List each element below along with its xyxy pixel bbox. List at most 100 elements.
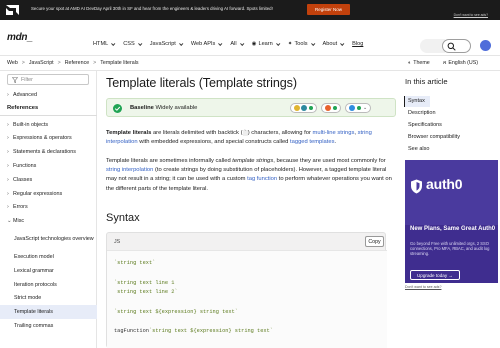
language-icon: א (443, 60, 447, 66)
toc-item-syntax[interactable]: Syntax (408, 98, 425, 104)
breadcrumb-web[interactable]: Web (7, 60, 18, 66)
register-now-button[interactable]: Register Now (307, 4, 350, 15)
ad-title: New Plans, Same Great Auth0 (410, 226, 496, 232)
theme-icon: ◐ (408, 60, 412, 66)
toc-heading: In this article (405, 77, 448, 86)
chevron-right-icon: > (93, 60, 97, 66)
sidebar-item-classes[interactable]: › Classes (0, 173, 97, 187)
code-line: string text line 2` (114, 289, 178, 295)
breadcrumb-javascript[interactable]: JavaScript (29, 60, 54, 66)
chevron-down-icon (340, 41, 345, 46)
sidebar-item-regular-expressions[interactable]: › Regular expressions (0, 187, 97, 201)
sidebar-item-trailing-commas[interactable]: Trailing commas (0, 319, 97, 333)
baseline-label: Baseline Widely available (130, 105, 198, 111)
code-body[interactable]: `string text` `string text line 1 string… (107, 250, 387, 348)
code-example: JS Copy `string text` `string text line … (106, 232, 387, 348)
amd-logo-icon (6, 5, 19, 15)
check-icon (357, 106, 361, 110)
sidebar-item-built-in-objects[interactable]: › Built-in objects (0, 118, 97, 132)
chevron-right-icon: > (21, 60, 25, 66)
chevron-down-icon (275, 41, 281, 46)
breadcrumb: Web > JavaScript > Reference > Template lit… (7, 60, 139, 66)
sidebar-item-misc[interactable]: ⌄ Misc (0, 214, 97, 228)
banner-text: Secure your spot at AMD AI DevDay April … (31, 6, 273, 11)
baseline-banner[interactable]: Baseline Widely available ⌄ (106, 98, 396, 117)
nav-learn[interactable]: ◉ Learn (251, 41, 281, 47)
baseline-check-icon (113, 104, 122, 113)
chrome-icon (294, 105, 300, 111)
link-string-interpolation-2[interactable]: string interpolation (106, 167, 153, 173)
chevron-down-icon (111, 41, 116, 46)
chevron-right-icon: > (57, 60, 61, 66)
chevron-down-icon: ⌄ (363, 105, 368, 111)
user-avatar[interactable] (480, 40, 491, 51)
sidebar-ad[interactable]: New Plans, Same Great Auth0 Go beyond Fr… (405, 225, 498, 283)
ad-brand: auth0 (426, 176, 463, 192)
nav-html[interactable]: HTML (93, 41, 116, 47)
sidebar-item-advanced[interactable]: › Advanced (0, 88, 97, 102)
toc-item-specifications[interactable]: Specifications (408, 122, 442, 128)
nav-blog[interactable]: Blog (352, 41, 363, 47)
link-tag-function[interactable]: tag function (247, 176, 277, 182)
browser-group-safari: ⌄ (345, 103, 372, 113)
no-ads-link[interactable]: Don't want to see ads? (454, 13, 488, 17)
breadcrumb-reference[interactable]: Reference (65, 60, 89, 66)
check-icon (333, 106, 337, 110)
browser-support-icons: ⌄ (290, 103, 372, 113)
chevron-down-icon (310, 41, 315, 46)
firefox-icon (325, 105, 331, 111)
search-button[interactable] (442, 39, 471, 53)
site-header: mdn_ HTML CSS JavaScript Web APIs All ◉ L… (0, 20, 500, 56)
toc-item-description[interactable]: Description (408, 110, 436, 116)
mdn-logo[interactable]: mdn_ (7, 32, 33, 43)
sidebar-item-strict-mode[interactable]: Strict mode (0, 292, 97, 306)
sidebar-item-execution-model[interactable]: Execution model (0, 250, 97, 264)
nav-javascript[interactable]: JavaScript (150, 41, 184, 47)
sidebar-item-lexical-grammar[interactable]: Lexical grammar (0, 264, 97, 278)
chevron-down-icon (218, 41, 223, 46)
top-ad-banner: Secure your spot at AMD AI DevDay April … (0, 0, 500, 20)
chevron-down-icon (178, 41, 184, 46)
sidebar-item-functions[interactable]: › Functions (0, 159, 97, 173)
code-language-label: JS (114, 239, 121, 245)
code-line: `string text line 1 (114, 280, 175, 286)
browser-group-chromium (290, 103, 317, 113)
nav-css[interactable]: CSS (123, 41, 143, 47)
nav-web-apis[interactable]: Web APIs (191, 41, 223, 47)
link-multi-line-strings[interactable]: multi-line strings (313, 130, 355, 136)
sidebar-filter-input[interactable]: Filter (7, 74, 89, 85)
check-icon (309, 106, 313, 110)
toc-item-browser-compatibility[interactable]: Browser compatibility (408, 134, 460, 140)
sidebar-heading-references: References (0, 102, 97, 116)
sidebar-ad-logo[interactable]: auth0 (405, 160, 498, 225)
second-paragraph: Template literals are sometimes informal… (106, 158, 392, 192)
code-line: `string text` (114, 260, 156, 266)
sidebar-item-expressions-operators[interactable]: › Expressions & operators (0, 132, 97, 146)
learn-icon: ◉ (251, 41, 257, 47)
main-nav: HTML CSS JavaScript Web APIs All ◉ Learn … (93, 41, 363, 47)
edge-icon (301, 105, 307, 111)
search-icon (447, 42, 456, 51)
browser-group-firefox (321, 103, 341, 113)
nav-about[interactable]: About (323, 41, 345, 47)
nav-all[interactable]: All (230, 41, 244, 47)
sidebar-item-errors[interactable]: › Errors (0, 201, 97, 215)
language-switcher[interactable]: א English (US) (443, 60, 478, 66)
link-tagged-templates[interactable]: tagged templates (290, 139, 334, 145)
sidebar-item-template-literals[interactable]: Template literals (0, 305, 97, 320)
ad-body: Go beyond Free with unlimited orgs, 2 SS… (410, 241, 490, 257)
sidebar-item-iteration-protocols[interactable]: Iteration protocols (0, 278, 97, 292)
ad-upgrade-button[interactable]: Upgrade today → (410, 270, 460, 280)
no-ads-link[interactable]: Don't want to see ads? (405, 285, 441, 289)
intro-paragraph: Template literals are literals delimited… (106, 130, 372, 146)
sidebar-item-statements[interactable]: › Statements & declarations (0, 145, 97, 159)
breadcrumb-current[interactable]: Template literals (100, 60, 138, 66)
sidebar-list: › Advanced References › Built-in objects ›… (0, 88, 97, 333)
nav-tools[interactable]: ✦ Tools (288, 41, 315, 47)
main-content: Template literals (Template strings) Bas… (106, 71, 396, 348)
toc-item-see-also[interactable]: See also (408, 146, 429, 152)
sidebar-item-js-technologies-overview[interactable]: JavaScript technologies overview (0, 228, 97, 250)
theme-switcher[interactable]: ◐ Theme (408, 60, 430, 66)
copy-button[interactable]: Copy (365, 236, 384, 247)
page-title: Template literals (Template strings) (106, 76, 297, 90)
